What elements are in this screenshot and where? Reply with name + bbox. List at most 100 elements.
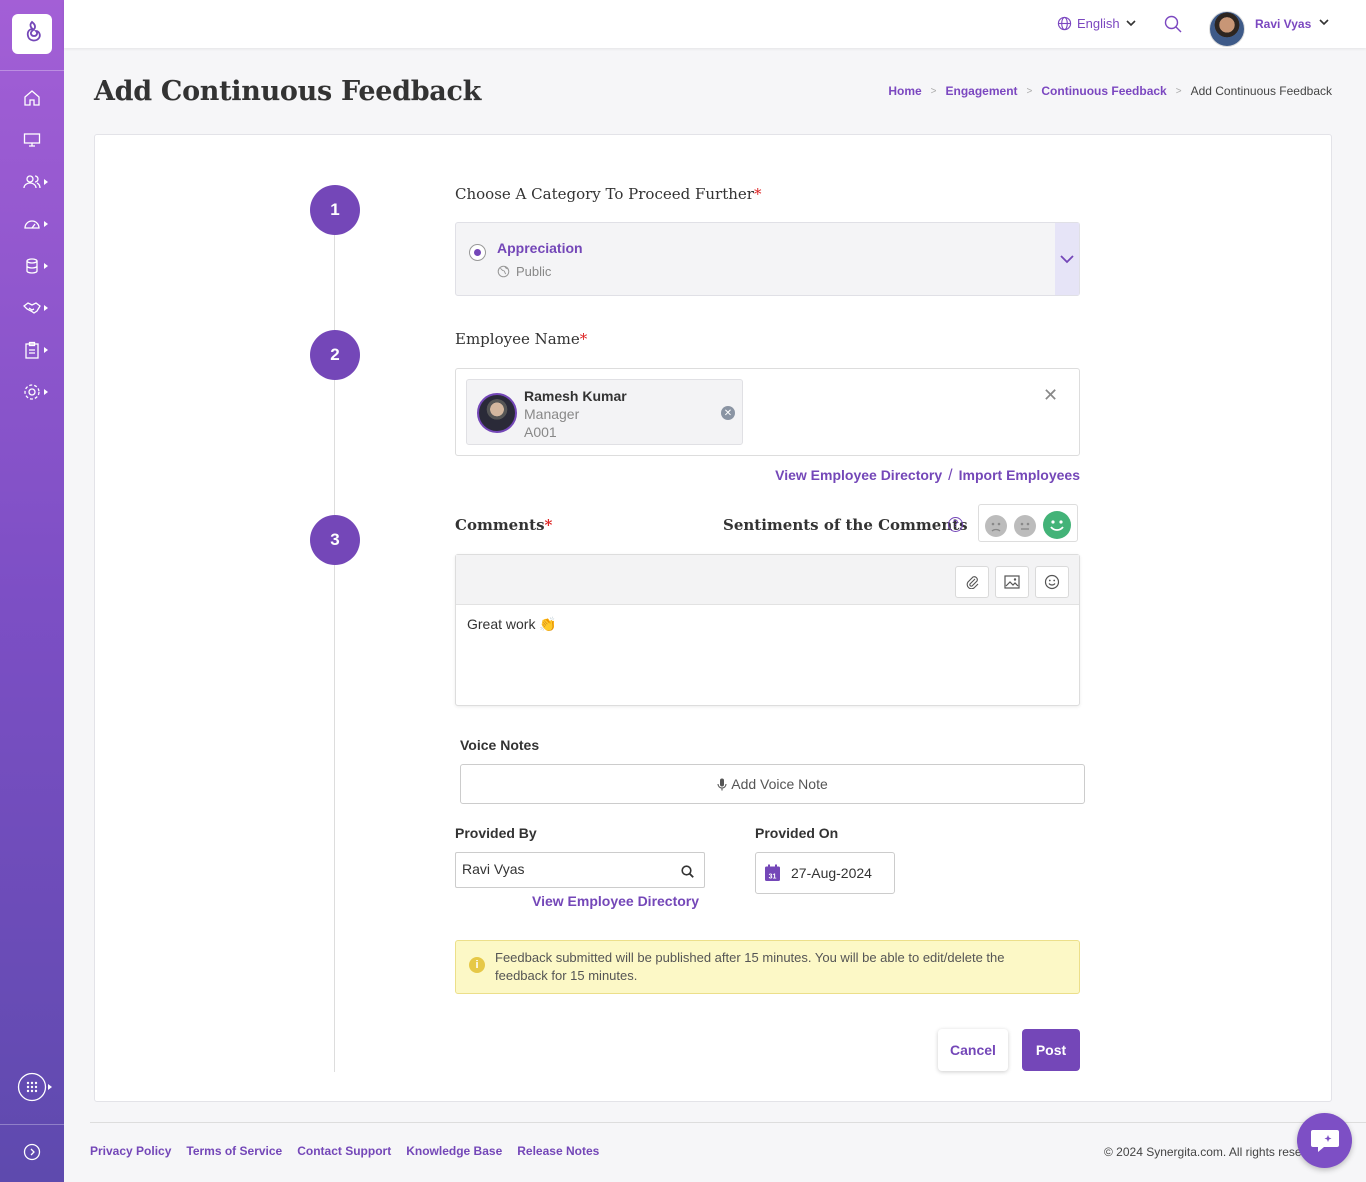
expand-icon — [23, 1143, 41, 1161]
comments-label: Comments* — [455, 516, 552, 534]
comments-text[interactable]: Great work 👏 — [467, 616, 557, 633]
settings-icon — [24, 384, 40, 400]
breadcrumb-engagement[interactable]: Engagement — [946, 84, 1018, 98]
sidebar-item-monitor[interactable] — [0, 125, 64, 155]
database-icon — [26, 258, 38, 274]
globe-icon — [1057, 16, 1072, 31]
paperclip-icon — [966, 576, 979, 589]
breadcrumb-current: Add Continuous Feedback — [1190, 84, 1332, 98]
step-3-badge: 3 — [310, 515, 360, 565]
provided-by-input[interactable] — [462, 861, 662, 877]
user-name[interactable]: Ravi Vyas — [1255, 17, 1311, 31]
breadcrumb-continuous-feedback[interactable]: Continuous Feedback — [1041, 84, 1166, 98]
step-2-badge: 2 — [310, 330, 360, 380]
visibility-text: Public — [516, 264, 552, 279]
sidebar-item-handshake[interactable] — [0, 293, 64, 323]
remove-employee-icon[interactable]: ✕ — [721, 406, 735, 420]
chevron-right-icon: > — [1175, 85, 1182, 97]
search-icon[interactable] — [681, 865, 694, 878]
brand-logo-icon — [26, 20, 41, 42]
footer-links: Privacy Policy Terms of Service Contact … — [90, 1144, 614, 1158]
sidebar-divider — [0, 70, 64, 71]
employee-name-label: Employee Name* — [455, 330, 587, 348]
sad-face-icon[interactable] — [985, 515, 1007, 537]
voice-notes-label: Voice Notes — [460, 737, 540, 753]
footer-terms-of-service[interactable]: Terms of Service — [186, 1144, 282, 1158]
provided-by-field[interactable] — [455, 852, 705, 888]
sidebar-item-database[interactable] — [0, 251, 64, 281]
employee-name-label-text: Employee Name — [455, 330, 580, 348]
chat-button[interactable] — [1297, 1113, 1352, 1168]
chevron-right-icon: > — [930, 85, 937, 97]
sidebar-expand-button[interactable] — [0, 1137, 64, 1167]
emoji-button[interactable] — [1035, 566, 1069, 598]
sidebar-item-dashboard[interactable] — [0, 209, 64, 239]
neutral-face-icon[interactable] — [1014, 515, 1036, 537]
comments-editor[interactable]: Great work 👏 — [455, 554, 1080, 706]
home-icon — [24, 90, 40, 106]
add-voice-note-button[interactable]: Add Voice Note — [460, 764, 1085, 804]
insert-image-button[interactable] — [995, 566, 1029, 598]
employee-chip-name: Ramesh Kumar — [524, 388, 627, 404]
employee-chip-role: Manager — [524, 406, 580, 422]
info-notice: i Feedback submitted will be published a… — [455, 940, 1080, 994]
required-mark: * — [753, 185, 762, 203]
users-icon — [23, 175, 41, 189]
provided-by-directory-link[interactable]: View Employee Directory — [532, 893, 699, 909]
help-icon[interactable]: ? — [948, 517, 963, 532]
sidebar-item-settings[interactable] — [0, 377, 64, 407]
clipboard-icon — [25, 341, 39, 359]
happy-face-icon[interactable] — [1043, 511, 1071, 539]
footer-knowledge-base[interactable]: Knowledge Base — [406, 1144, 502, 1158]
clear-selection-icon[interactable]: ✕ — [1043, 385, 1058, 406]
breadcrumb-home[interactable]: Home — [888, 84, 921, 98]
breadcrumb: Home > Engagement > Continuous Feedback … — [888, 84, 1332, 98]
import-employees-link[interactable]: Import Employees — [959, 467, 1080, 485]
employee-select[interactable]: Ramesh Kumar Manager A001 ✕ ✕ — [455, 368, 1080, 456]
caret-right-icon — [44, 305, 48, 311]
caret-right-icon — [44, 221, 48, 227]
post-button[interactable]: Post — [1022, 1029, 1080, 1071]
category-radio[interactable] — [469, 244, 486, 261]
sidebar-item-users[interactable] — [0, 167, 64, 197]
sidebar-item-clipboard[interactable] — [0, 335, 64, 365]
comments-label-text: Comments — [455, 516, 545, 534]
user-avatar[interactable] — [1209, 11, 1245, 47]
required-mark: * — [579, 330, 588, 348]
language-label: English — [1077, 16, 1120, 31]
provided-by-label: Provided By — [455, 825, 537, 841]
sidebar-item-home[interactable] — [0, 83, 64, 113]
category-visibility: Public — [497, 264, 551, 279]
apps-launcher[interactable] — [0, 1072, 64, 1102]
footer-contact-support[interactable]: Contact Support — [297, 1144, 391, 1158]
sidebar-divider — [0, 1124, 64, 1125]
chevron-right-icon: > — [1026, 85, 1033, 97]
search-button[interactable] — [1164, 15, 1182, 37]
chevron-down-icon — [1126, 20, 1136, 27]
category-dropdown-toggle[interactable] — [1055, 223, 1079, 295]
image-icon — [1004, 575, 1020, 589]
provided-on-label: Provided On — [755, 825, 839, 841]
attach-button[interactable] — [955, 566, 989, 598]
caret-right-icon — [44, 347, 48, 353]
footer-release-notes[interactable]: Release Notes — [517, 1144, 599, 1158]
add-voice-note-label: Add Voice Note — [731, 776, 828, 792]
cancel-button[interactable]: Cancel — [938, 1029, 1008, 1071]
chevron-down-icon — [1060, 254, 1074, 263]
footer-divider — [90, 1122, 1366, 1123]
microphone-icon — [717, 778, 727, 790]
editor-toolbar — [456, 555, 1079, 605]
language-selector[interactable]: English — [1057, 16, 1141, 31]
provided-on-datepicker[interactable]: 31 27-Aug-2024 — [755, 852, 895, 894]
employee-chip: Ramesh Kumar Manager A001 ✕ — [466, 379, 743, 445]
view-employee-directory-link[interactable]: View Employee Directory — [775, 467, 942, 485]
step-1-badge: 1 — [310, 185, 360, 235]
monitor-icon — [23, 133, 41, 147]
chevron-down-icon[interactable] — [1319, 19, 1329, 26]
footer-privacy-policy[interactable]: Privacy Policy — [90, 1144, 171, 1158]
category-select[interactable]: Appreciation Public — [455, 222, 1080, 296]
required-mark: * — [544, 516, 553, 534]
link-separator: / — [948, 467, 953, 484]
caret-right-icon — [48, 1084, 52, 1090]
logo[interactable] — [12, 14, 52, 54]
